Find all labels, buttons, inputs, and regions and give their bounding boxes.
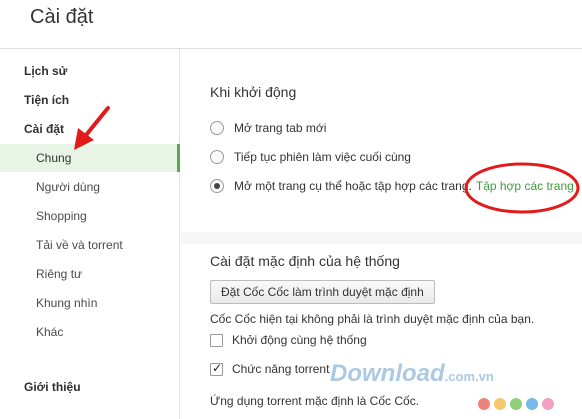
checkbox-checked[interactable] [210, 361, 223, 376]
sidebar-heading-settings[interactable]: Cài đặt [24, 122, 64, 136]
checkbox[interactable] [210, 333, 223, 347]
sidebar-item-view[interactable]: Khung nhìn [0, 289, 180, 317]
watermark: Download.com.vn [330, 360, 494, 388]
sidebar-heading-extensions[interactable]: Tiện ích [24, 93, 69, 107]
sidebar-item-privacy[interactable]: Riêng tư [0, 260, 180, 288]
torrent-default-note: Ứng dụng torrent mặc định là Cốc Cốc. [210, 394, 420, 408]
watermark-text: Download [330, 360, 445, 387]
page-title: Cài đặt [30, 6, 94, 28]
sidebar-item-downloads-torrent[interactable]: Tải về và torrent [0, 231, 180, 259]
radio-label: Mở trang tab mới [234, 121, 327, 135]
startup-option-new-tab[interactable]: Mở trang tab mới [210, 119, 326, 137]
sidebar-item-other[interactable]: Khác [0, 318, 180, 346]
sidebar-item-shopping[interactable]: Shopping [0, 202, 180, 230]
startup-section-title: Khi khởi động [210, 84, 297, 100]
default-browser-status: Cốc Cốc hiện tại không phải là trình duy… [210, 312, 535, 326]
radio-label: Mở một trang cụ thể hoặc tập hợp các tra… [234, 179, 472, 193]
startup-with-system-option[interactable]: Khởi động cùng hệ thống [210, 333, 367, 347]
checkbox-label: Chức năng torrent [232, 362, 330, 376]
radio-label: Tiếp tục phiên làm việc cuối cùng [234, 150, 411, 164]
default-browser-section-title: Cài đặt mặc định của hệ thống [210, 253, 400, 269]
annotation-arrow-icon [74, 106, 110, 150]
watermark-suffix: .com.vn [444, 369, 494, 384]
annotation-ellipse-icon [464, 162, 580, 214]
radio-button[interactable] [210, 121, 224, 135]
sidebar-heading-about[interactable]: Giới thiệu [24, 380, 81, 394]
checkbox-label: Khởi động cùng hệ thống [232, 333, 367, 347]
watermark-dots-icon [478, 398, 554, 410]
set-default-browser-button[interactable]: Đặt Cốc Cốc làm trình duyệt mặc định [210, 280, 435, 304]
radio-button[interactable] [210, 150, 224, 164]
startup-option-continue-session[interactable]: Tiếp tục phiên làm việc cuối cùng [210, 148, 411, 166]
sidebar-item-nguoi-dung[interactable]: Người dùng [0, 173, 180, 201]
sidebar-heading-history[interactable]: Lịch sử [24, 64, 67, 78]
section-divider [181, 232, 582, 244]
torrent-feature-option[interactable]: Chức năng torrent [210, 361, 330, 376]
radio-button-selected[interactable] [210, 179, 224, 193]
